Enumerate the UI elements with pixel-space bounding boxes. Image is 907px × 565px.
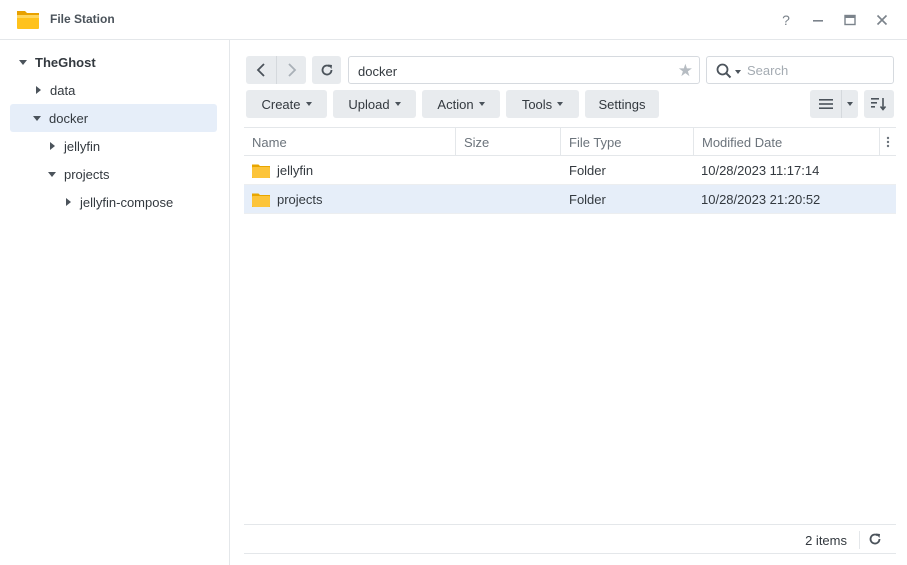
create-button[interactable]: Create [246, 90, 327, 118]
tree-item-jellyfin[interactable]: jellyfin [10, 132, 217, 160]
view-mode-group [810, 90, 858, 118]
sort-button[interactable] [864, 90, 894, 118]
folder-icon [252, 163, 270, 181]
back-button[interactable] [246, 56, 276, 84]
tools-button-label: Tools [521, 96, 553, 112]
column-label: Size [464, 134, 490, 150]
chevron-down-icon [478, 102, 485, 106]
collapse-arrow-icon[interactable] [36, 86, 41, 94]
chevron-down-icon [394, 102, 401, 106]
close-icon [876, 14, 888, 26]
help-button[interactable]: ? [776, 10, 796, 30]
chevron-down-icon [557, 102, 564, 106]
tree-item-label: jellyfin [64, 138, 101, 154]
table-row[interactable]: jellyfin Folder 10/28/2023 11:17:14 [244, 156, 896, 185]
minimize-button[interactable] [808, 10, 828, 30]
file-station-icon [16, 8, 40, 30]
upload-button[interactable]: Upload [333, 90, 416, 118]
column-options-icon[interactable] [880, 128, 896, 156]
window-title: File Station [50, 12, 115, 26]
favorite-star-icon[interactable]: ★ [678, 61, 693, 81]
column-header-size[interactable]: Size [456, 128, 561, 156]
file-modified-date: 10/28/2023 21:20:52 [701, 191, 821, 207]
tree-item-label: jellyfin-compose [80, 194, 174, 210]
expand-arrow-icon[interactable] [19, 59, 27, 65]
list-view-button[interactable] [810, 90, 842, 118]
column-label: Name [252, 134, 287, 150]
table-row[interactable]: projects Folder 10/28/2023 21:20:52 [244, 185, 896, 214]
column-header-name[interactable]: Name [244, 128, 456, 156]
column-header-file-type[interactable]: File Type [561, 128, 694, 156]
refresh-button[interactable] [312, 56, 341, 84]
chevron-down-icon [847, 102, 853, 106]
tree-item-label: data [50, 82, 76, 98]
maximize-icon [844, 14, 856, 26]
close-button[interactable] [872, 10, 892, 30]
tree-item-docker[interactable]: docker [10, 104, 217, 132]
collapse-arrow-icon[interactable] [50, 142, 55, 150]
chevron-down-icon [305, 102, 312, 106]
title-bar: File Station ? [0, 0, 907, 40]
footer-refresh-icon[interactable] [868, 532, 882, 549]
settings-button[interactable]: Settings [585, 90, 659, 118]
item-count: 2 items [805, 533, 847, 548]
search-icon[interactable] [716, 63, 732, 82]
tools-button[interactable]: Tools [506, 90, 579, 118]
tree-item-label: docker [49, 110, 89, 126]
tree-item-projects[interactable]: projects [10, 160, 217, 188]
chevron-left-icon [256, 63, 265, 77]
action-button-label: Action [437, 96, 474, 112]
file-type: Folder [569, 191, 606, 207]
column-header-modified-date[interactable]: Modified Date [694, 128, 880, 156]
search-input[interactable] [747, 61, 887, 79]
sort-icon [871, 98, 887, 111]
forward-button[interactable] [276, 56, 306, 84]
file-name: jellyfin [277, 162, 314, 178]
tree-item-jellyfin-compose[interactable]: jellyfin-compose [10, 188, 217, 216]
current-path: docker [358, 64, 398, 79]
history-nav [246, 56, 306, 84]
chevron-right-icon [287, 63, 296, 77]
maximize-button[interactable] [840, 10, 860, 30]
minimize-icon [813, 20, 823, 22]
divider [859, 531, 860, 549]
expand-arrow-icon[interactable] [48, 171, 56, 177]
column-label: File Type [569, 134, 622, 150]
column-label: Modified Date [702, 134, 783, 150]
table-header: Name Size File Type Modified Date [244, 127, 896, 156]
search-options-caret-icon[interactable] [735, 70, 741, 74]
view-options-dropdown[interactable] [842, 90, 858, 118]
expand-arrow-icon[interactable] [33, 115, 41, 121]
list-view-icon [818, 99, 833, 109]
tree-item-label: TheGhost [35, 54, 96, 70]
refresh-icon [321, 64, 332, 76]
tree-item-data[interactable]: data [10, 76, 217, 104]
collapse-arrow-icon[interactable] [66, 198, 71, 206]
search-box [706, 56, 894, 84]
sidebar: TheGhost data docker jellyfin projects j… [0, 40, 230, 565]
create-button-label: Create [261, 96, 301, 112]
file-modified-date: 10/28/2023 11:17:14 [701, 162, 820, 178]
tree-item-label: projects [64, 166, 110, 182]
status-bar: 2 items [244, 524, 896, 554]
action-button[interactable]: Action [422, 90, 500, 118]
file-name: projects [277, 191, 323, 207]
folder-icon [252, 192, 270, 210]
tree-item-theghost[interactable]: TheGhost [10, 48, 217, 76]
settings-button-label: Settings [598, 96, 646, 112]
path-bar[interactable]: docker ★ [348, 56, 700, 84]
upload-button-label: Upload [348, 96, 390, 112]
file-type: Folder [569, 162, 606, 178]
